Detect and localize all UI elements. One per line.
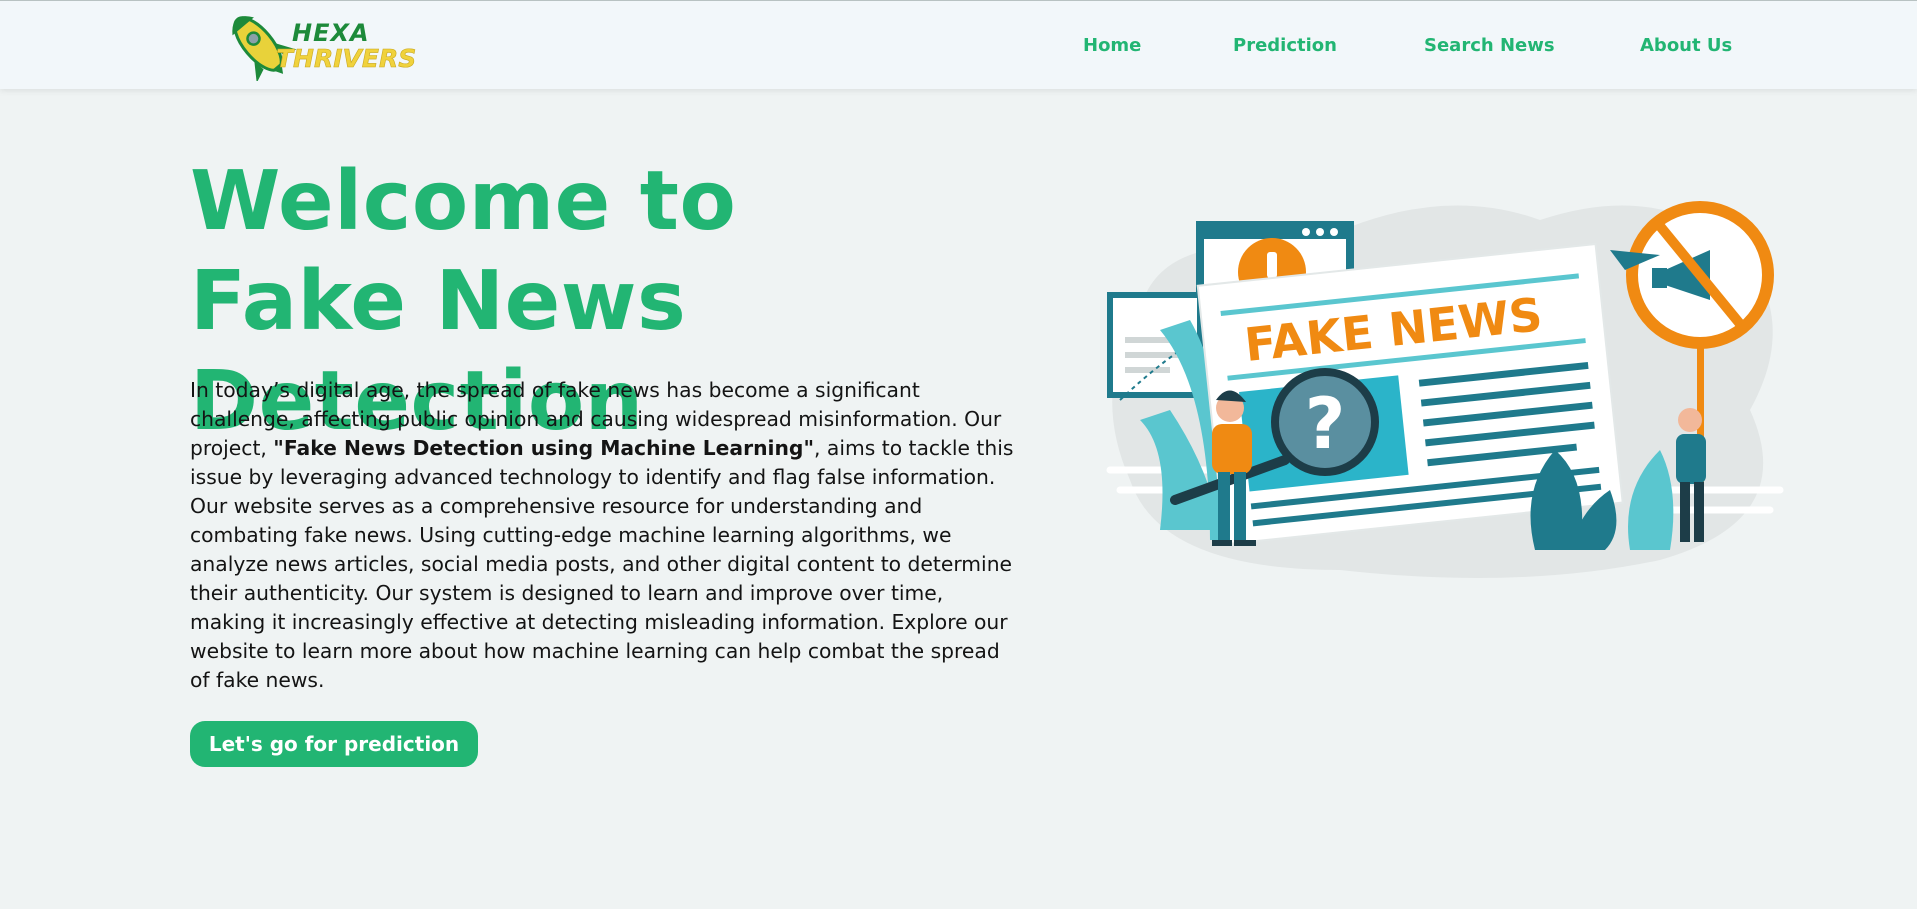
nav-link-home[interactable]: Home [1083, 35, 1141, 56]
project-name: "Fake News Detection using Machine Learn… [273, 436, 815, 460]
nav-link-search-news[interactable]: Search News [1424, 35, 1555, 56]
logo-line-thrivers: THRIVERS [276, 44, 417, 73]
logo-line-hexa: HEXA [292, 19, 370, 47]
fake-news-illustration: ! FAKE NEWS ? [1106, 201, 1784, 579]
navbar: HEXA THRIVERS Home Prediction Search New… [0, 0, 1917, 89]
nav-link-prediction[interactable]: Prediction [1233, 35, 1337, 56]
prediction-cta-button[interactable]: Let's go for prediction [190, 721, 478, 767]
hero-description: In today’s digital age, the spread of fa… [190, 376, 1020, 695]
hero-description-part2: , aims to tackle this issue by leveragin… [190, 436, 1014, 692]
question-mark: ? [1305, 383, 1346, 465]
logo[interactable]: HEXA THRIVERS [218, 7, 417, 81]
logo-wordmark: HEXA THRIVERS [276, 19, 417, 71]
nav-link-about-us[interactable]: About Us [1640, 35, 1732, 56]
